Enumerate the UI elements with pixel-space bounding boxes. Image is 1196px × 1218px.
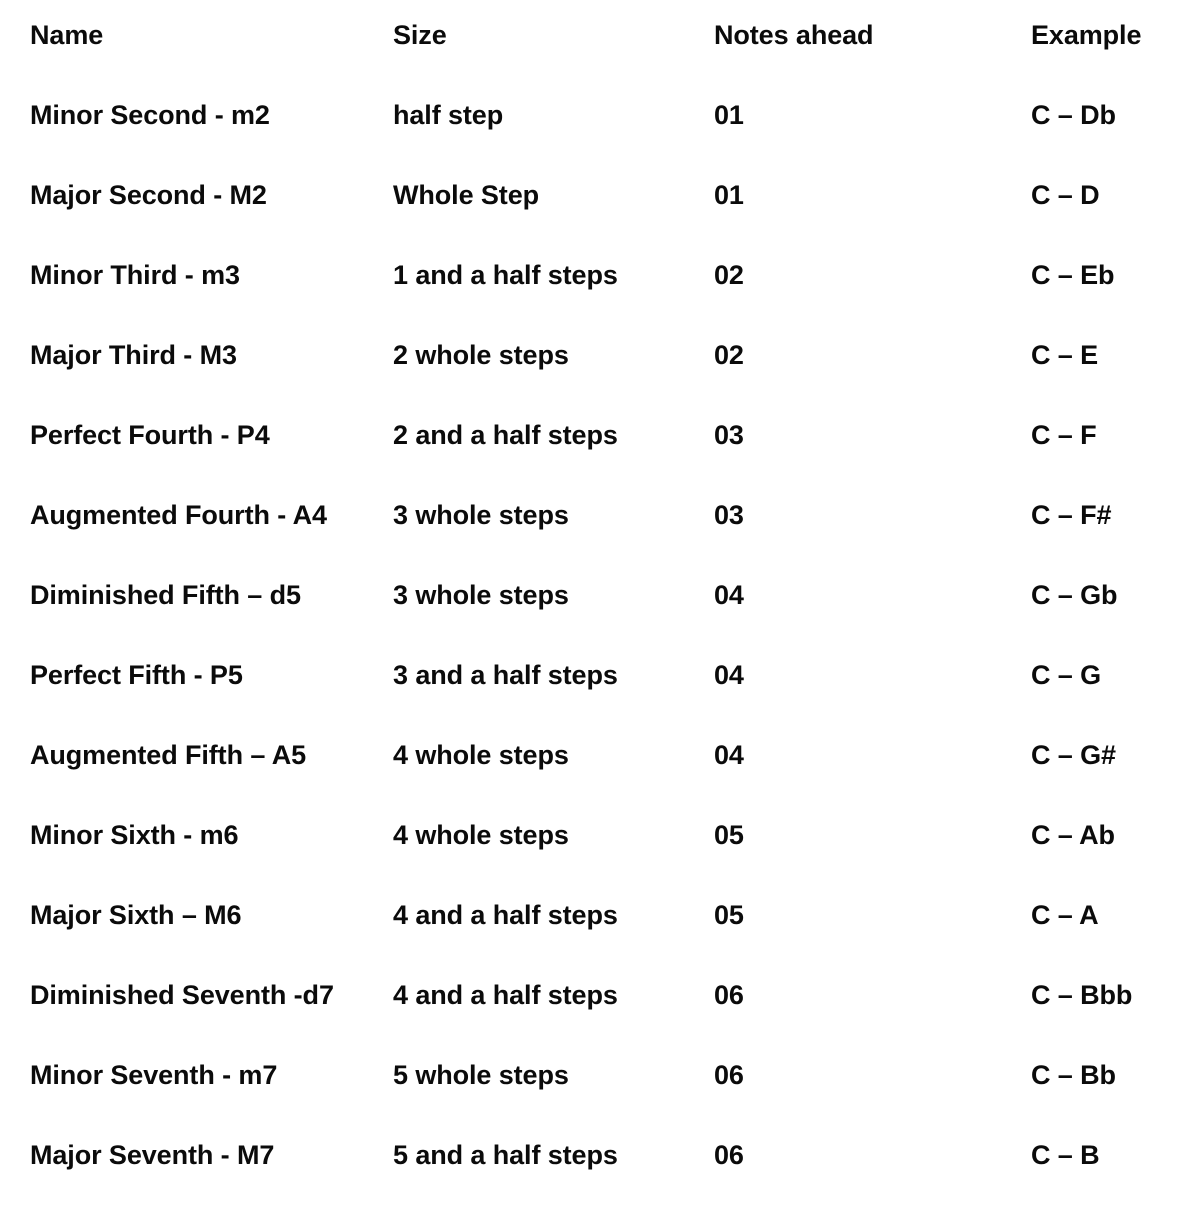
cell-notes-ahead: 02 [714, 340, 744, 370]
cell-size: 4 and a half steps [393, 900, 618, 930]
cell-example: C – B [1031, 1140, 1100, 1170]
cell-name: Augmented Fifth – A5 [30, 740, 307, 770]
cell-size: half step [393, 100, 504, 130]
cell-name: Minor Sixth - m6 [30, 820, 239, 850]
musical-intervals-table: Name Size Notes ahead Example Minor Seco… [0, 0, 1196, 1200]
table-row: Major Sixth – M6 4 and a half steps 05 C… [0, 898, 1196, 978]
cell-size: 3 and a half steps [393, 660, 618, 690]
cell-example: C – Eb [1031, 260, 1115, 290]
cell-notes-ahead: 04 [714, 580, 744, 610]
cell-name: Major Third - M3 [30, 340, 237, 370]
column-header-size: Size [393, 20, 447, 50]
table-row: Perfect Fifth - P5 3 and a half steps 04… [0, 658, 1196, 738]
cell-size: 2 and a half steps [393, 420, 618, 450]
column-header-notes-ahead: Notes ahead [714, 20, 874, 50]
cell-name: Minor Second - m2 [30, 100, 270, 130]
table-row: Minor Seventh - m7 5 whole steps 06 C – … [0, 1058, 1196, 1138]
table-header-row: Name Size Notes ahead Example [0, 18, 1196, 98]
cell-name: Minor Seventh - m7 [30, 1060, 278, 1090]
cell-size: 4 whole steps [393, 820, 569, 850]
cell-name: Diminished Fifth – d5 [30, 580, 301, 610]
cell-example: C – F# [1031, 500, 1112, 530]
cell-example: C – E [1031, 340, 1099, 370]
cell-notes-ahead: 04 [714, 740, 744, 770]
cell-name: Minor Third - m3 [30, 260, 240, 290]
cell-size: Whole Step [393, 180, 539, 210]
cell-example: C – Ab [1031, 820, 1115, 850]
cell-example: C – G# [1031, 740, 1116, 770]
cell-name: Diminished Seventh -d7 [30, 980, 334, 1010]
cell-example: C – A [1031, 900, 1099, 930]
cell-example: C – Bbb [1031, 980, 1133, 1010]
cell-size: 1 and a half steps [393, 260, 618, 290]
cell-notes-ahead: 03 [714, 420, 744, 450]
cell-example: C – Db [1031, 100, 1116, 130]
cell-notes-ahead: 01 [714, 100, 744, 130]
cell-example: C – D [1031, 180, 1100, 210]
cell-example: C – Gb [1031, 580, 1118, 610]
table-row: Minor Second - m2 half step 01 C – Db [0, 98, 1196, 178]
cell-name: Perfect Fifth - P5 [30, 660, 243, 690]
cell-size: 4 whole steps [393, 740, 569, 770]
cell-name: Augmented Fourth - A4 [30, 500, 327, 530]
cell-name: Major Seventh - M7 [30, 1140, 275, 1170]
table-row: Major Second - M2 Whole Step 01 C – D [0, 178, 1196, 258]
cell-size: 3 whole steps [393, 580, 569, 610]
table-row: Minor Third - m3 1 and a half steps 02 C… [0, 258, 1196, 338]
cell-notes-ahead: 05 [714, 900, 744, 930]
cell-notes-ahead: 01 [714, 180, 744, 210]
table-row: Diminished Fifth – d5 3 whole steps 04 C… [0, 578, 1196, 658]
cell-name: Major Second - M2 [30, 180, 267, 210]
cell-example: C – G [1031, 660, 1102, 690]
cell-size: 5 whole steps [393, 1060, 569, 1090]
cell-notes-ahead: 02 [714, 260, 744, 290]
column-header-example: Example [1031, 20, 1142, 50]
cell-size: 2 whole steps [393, 340, 569, 370]
cell-size: 4 and a half steps [393, 980, 618, 1010]
cell-example: C – F [1031, 420, 1097, 450]
cell-notes-ahead: 06 [714, 1060, 744, 1090]
table-row: Diminished Seventh -d7 4 and a half step… [0, 978, 1196, 1058]
cell-notes-ahead: 05 [714, 820, 744, 850]
cell-name: Major Sixth – M6 [30, 900, 242, 930]
table-row: Augmented Fifth – A5 4 whole steps 04 C … [0, 738, 1196, 818]
table-row: Major Third - M3 2 whole steps 02 C – E [0, 338, 1196, 418]
cell-notes-ahead: 04 [714, 660, 744, 690]
table-row: Major Seventh - M7 5 and a half steps 06… [0, 1138, 1196, 1218]
table-row: Augmented Fourth - A4 3 whole steps 03 C… [0, 498, 1196, 578]
cell-name: Perfect Fourth - P4 [30, 420, 270, 450]
cell-notes-ahead: 03 [714, 500, 744, 530]
cell-size: 5 and a half steps [393, 1140, 618, 1170]
table-row: Perfect Fourth - P4 2 and a half steps 0… [0, 418, 1196, 498]
table-row: Minor Sixth - m6 4 whole steps 05 C – Ab [0, 818, 1196, 898]
cell-size: 3 whole steps [393, 500, 569, 530]
cell-notes-ahead: 06 [714, 1140, 744, 1170]
cell-notes-ahead: 06 [714, 980, 744, 1010]
column-header-name: Name [30, 20, 104, 50]
cell-example: C – Bb [1031, 1060, 1116, 1090]
